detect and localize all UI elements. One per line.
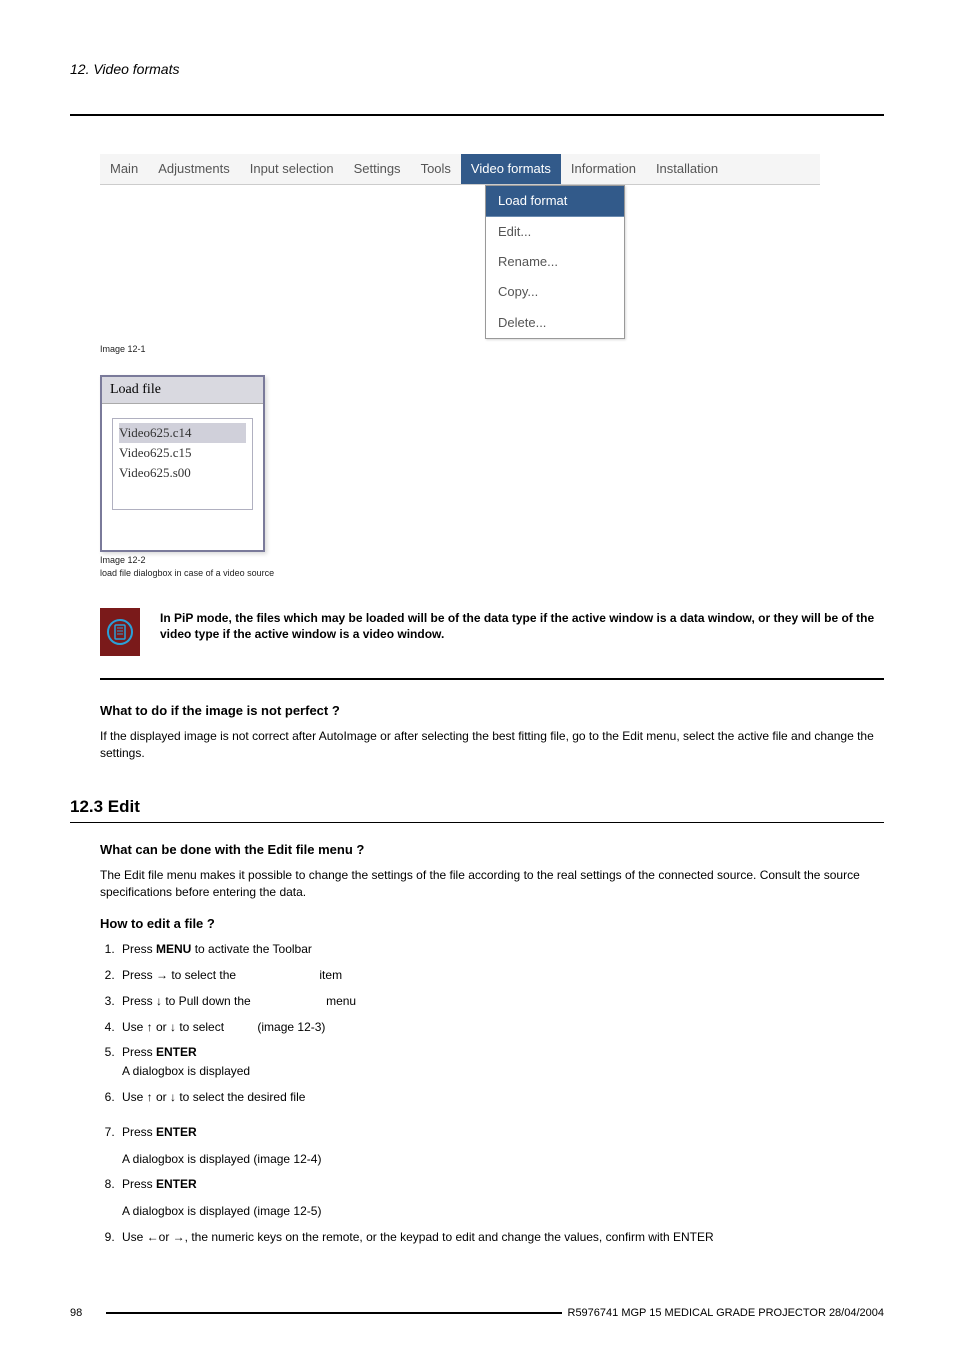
load-file-list[interactable]: Video625.c14 Video625.c15 Video625.s00 bbox=[112, 418, 253, 511]
section-12-3-rule bbox=[70, 822, 884, 823]
section-12-3-title: 12.3 Edit bbox=[70, 795, 884, 822]
steps-list: Press MENU to activate the Toolbar Press… bbox=[118, 941, 884, 1246]
step-6: Use ↑ or ↓ to select the desired file bbox=[118, 1089, 884, 1106]
menu-adjustments[interactable]: Adjustments bbox=[148, 154, 240, 184]
step-5: Press ENTER A dialogbox is displayed bbox=[118, 1044, 884, 1080]
load-file-dialog: Load file Video625.c14 Video625.c15 Vide… bbox=[100, 375, 265, 552]
figure-12-2-caption-a: Image 12-2 bbox=[100, 554, 884, 567]
dropdown-rename[interactable]: Rename... bbox=[486, 247, 624, 277]
chapter-header: 12. Video formats bbox=[70, 60, 884, 84]
figure-12-1: Main Adjustments Input selection Setting… bbox=[100, 154, 884, 339]
note-block: In PiP mode, the files which may be load… bbox=[100, 608, 884, 656]
dropdown-delete[interactable]: Delete... bbox=[486, 308, 624, 338]
menu-input-selection[interactable]: Input selection bbox=[240, 154, 344, 184]
step-8: Press ENTER A dialogbox is displayed (im… bbox=[118, 1176, 884, 1220]
video-formats-dropdown: Load format Edit... Rename... Copy... De… bbox=[485, 185, 625, 339]
note-text: In PiP mode, the files which may be load… bbox=[160, 608, 884, 644]
header-rule bbox=[70, 114, 884, 116]
dropdown-copy[interactable]: Copy... bbox=[486, 277, 624, 307]
figure-12-2-caption-b: load file dialogbox in case of a video s… bbox=[100, 567, 884, 580]
dropdown-load-format[interactable]: Load format bbox=[486, 186, 624, 217]
step-1: Press MENU to activate the Toolbar bbox=[118, 941, 884, 958]
chapter-title: 12. Video formats bbox=[70, 61, 179, 77]
footer-text: R5976741 MGP 15 MEDICAL GRADE PROJECTOR … bbox=[568, 1306, 885, 1321]
step-2: Press → to select the item bbox=[118, 967, 884, 984]
menu-settings[interactable]: Settings bbox=[344, 154, 411, 184]
subheading-edit-what: What can be done with the Edit file menu… bbox=[100, 841, 884, 859]
list-item[interactable]: Video625.c15 bbox=[119, 443, 246, 463]
subheading-edit-how: How to edit a file ? bbox=[100, 915, 884, 933]
list-item[interactable]: Video625.s00 bbox=[119, 463, 246, 483]
step-9: Use ←or →, the numeric keys on the remot… bbox=[118, 1229, 884, 1246]
menu-video-formats[interactable]: Video formats bbox=[461, 154, 561, 184]
menu-tools[interactable]: Tools bbox=[411, 154, 461, 184]
step-4: Use ↑ or ↓ to select (image 12-3) bbox=[118, 1019, 884, 1036]
load-file-title: Load file bbox=[102, 377, 263, 404]
footer-rule bbox=[106, 1312, 562, 1314]
note-rule bbox=[100, 678, 884, 680]
step-3: Press ↓ to Pull down the menu bbox=[118, 993, 884, 1010]
menu-main[interactable]: Main bbox=[100, 154, 148, 184]
menu-installation[interactable]: Installation bbox=[646, 154, 728, 184]
note-icon bbox=[100, 608, 140, 656]
paragraph-imperfect: If the displayed image is not correct af… bbox=[100, 728, 884, 762]
menu-information[interactable]: Information bbox=[561, 154, 646, 184]
figure-12-1-caption: Image 12-1 bbox=[100, 343, 884, 356]
page-footer: 98 R5976741 MGP 15 MEDICAL GRADE PROJECT… bbox=[70, 1306, 884, 1321]
dropdown-edit[interactable]: Edit... bbox=[486, 217, 624, 247]
list-item[interactable]: Video625.c14 bbox=[119, 423, 246, 443]
step-7: Press ENTER A dialogbox is displayed (im… bbox=[118, 1124, 884, 1168]
menubar: Main Adjustments Input selection Setting… bbox=[100, 154, 820, 185]
subheading-imperfect: What to do if the image is not perfect ? bbox=[100, 702, 884, 720]
paragraph-edit-what: The Edit file menu makes it possible to … bbox=[100, 867, 884, 901]
page-number: 98 bbox=[70, 1306, 100, 1321]
